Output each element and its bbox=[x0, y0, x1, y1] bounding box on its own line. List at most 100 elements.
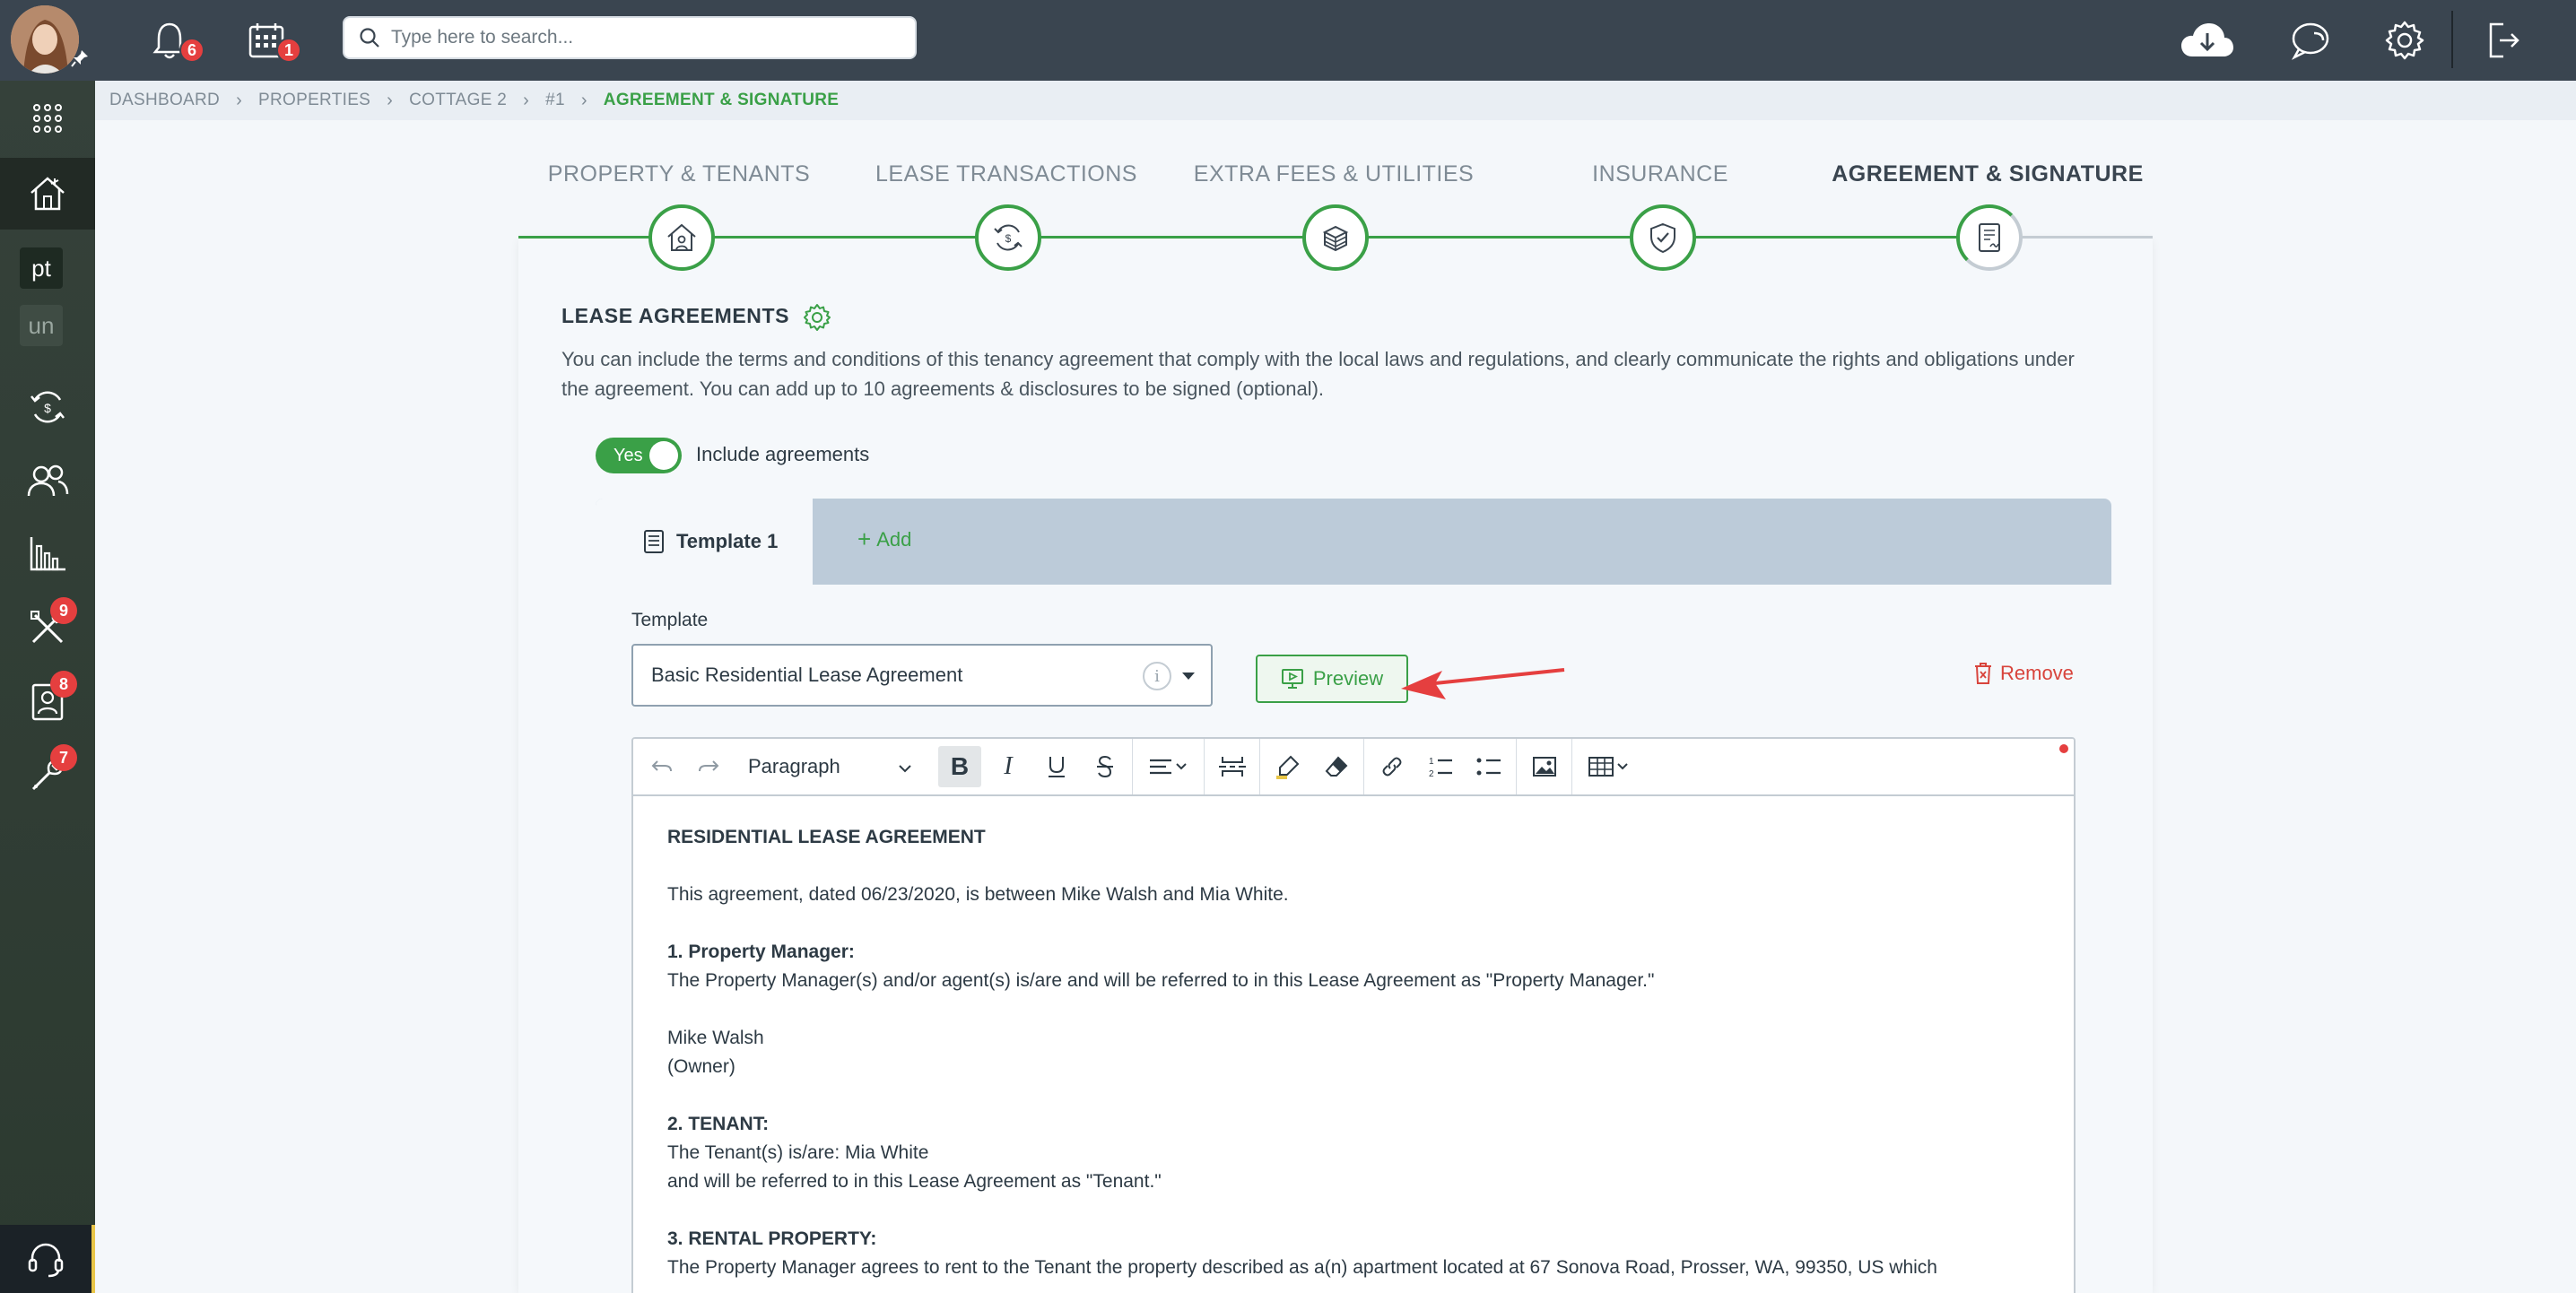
doc-section-2-text-1: The Tenant(s) is/are: Mia White bbox=[667, 1142, 929, 1163]
remove-button[interactable]: Remove bbox=[1973, 662, 2074, 685]
step-insurance[interactable] bbox=[1630, 204, 1696, 271]
sidebar-item-maintenance[interactable]: 7 bbox=[0, 741, 95, 809]
monitor-play-icon bbox=[1281, 669, 1303, 689]
sidebar-item-transactions[interactable]: $ bbox=[0, 373, 95, 441]
page-break-button[interactable] bbox=[1213, 746, 1252, 787]
add-template-button[interactable]: + Add bbox=[857, 525, 911, 553]
bullet-list-icon bbox=[1476, 758, 1501, 776]
logout-icon bbox=[2489, 22, 2519, 58]
breadcrumb: DASHBOARD › PROPERTIES › COTTAGE 2 › #1 … bbox=[95, 81, 2576, 120]
calendar-button[interactable]: 1 bbox=[240, 14, 301, 66]
step-extra-fees[interactable] bbox=[1302, 204, 1369, 271]
redo-button[interactable] bbox=[691, 746, 727, 787]
step-label-insurance[interactable]: INSURANCE bbox=[1592, 161, 1728, 187]
strikethrough-button[interactable] bbox=[1085, 746, 1125, 787]
insert-table-button[interactable] bbox=[1580, 746, 1640, 787]
trash-icon bbox=[1975, 663, 1991, 684]
section-title-text: LEASE AGREEMENTS bbox=[561, 304, 790, 328]
bold-icon: B bbox=[950, 752, 970, 780]
template-select[interactable]: Basic Residential Lease Agreement i bbox=[631, 644, 1213, 707]
sidebar-item-un[interactable]: un bbox=[20, 305, 63, 346]
info-icon[interactable]: i bbox=[1143, 662, 1171, 690]
step-label-lease-transactions[interactable]: LEASE TRANSACTIONS bbox=[875, 161, 1137, 187]
undo-button[interactable] bbox=[644, 746, 680, 787]
image-icon bbox=[1533, 757, 1556, 777]
sidebar-item-contacts[interactable]: 8 bbox=[0, 667, 95, 735]
italic-button[interactable]: I bbox=[988, 746, 1028, 787]
strikethrough-icon bbox=[1097, 755, 1113, 778]
section-title: LEASE AGREEMENTS bbox=[561, 303, 831, 332]
include-agreements-label: Include agreements bbox=[696, 443, 870, 465]
sidebar-item-people[interactable] bbox=[0, 447, 95, 515]
house-icon bbox=[30, 177, 65, 211]
bullet-list-button[interactable] bbox=[1469, 746, 1509, 787]
numbered-list-button[interactable]: 12 bbox=[1421, 746, 1460, 787]
step-lease-transactions[interactable]: $ bbox=[975, 204, 1041, 271]
notifications-badge: 6 bbox=[179, 38, 205, 63]
doc-title: RESIDENTIAL LEASE AGREEMENT bbox=[667, 827, 986, 847]
gear-icon bbox=[2385, 21, 2424, 60]
toolbar-separator bbox=[1204, 739, 1205, 794]
toolbar-separator bbox=[1571, 739, 1572, 794]
page-break-icon bbox=[1219, 757, 1246, 777]
step-agreement[interactable] bbox=[1956, 204, 2023, 271]
maintenance-badge: 7 bbox=[50, 744, 77, 771]
sidebar-item-reports[interactable] bbox=[0, 520, 95, 588]
tab-template-1[interactable]: Template 1 bbox=[596, 499, 813, 585]
doc-manager-role: (Owner) bbox=[667, 1056, 735, 1077]
rich-text-editor[interactable]: Paragraph B I 1 2 RESIDENTIAL LEASE AGRE… bbox=[631, 737, 2076, 1293]
headset-icon bbox=[28, 1243, 64, 1278]
highlighter-icon bbox=[1276, 755, 1300, 779]
top-bar: 6 1 bbox=[0, 0, 2576, 81]
include-agreements-toggle[interactable]: Yes bbox=[596, 438, 682, 473]
step-property-tenants[interactable] bbox=[648, 204, 715, 271]
pointer-arrow bbox=[1399, 664, 1566, 705]
paragraph-style-select[interactable]: Paragraph bbox=[748, 755, 912, 778]
sidebar-item-pt[interactable]: pt bbox=[20, 247, 63, 289]
toolbar-separator bbox=[1516, 739, 1517, 794]
breadcrumb-properties[interactable]: PROPERTIES bbox=[258, 91, 370, 110]
svg-text:2: 2 bbox=[1429, 769, 1434, 778]
chevron-right-icon: › bbox=[523, 90, 530, 110]
insert-image-button[interactable] bbox=[1525, 746, 1564, 787]
doc-intro: This agreement, dated 06/23/2020, is bet… bbox=[667, 884, 1289, 905]
sidebar-item-properties[interactable] bbox=[0, 158, 95, 230]
highlight-button[interactable] bbox=[1268, 746, 1308, 787]
status-dot bbox=[2059, 744, 2068, 753]
settings-button[interactable] bbox=[2377, 13, 2432, 68]
link-button[interactable] bbox=[1372, 746, 1412, 787]
search-input[interactable] bbox=[391, 27, 893, 48]
undo-icon bbox=[651, 760, 672, 772]
user-avatar[interactable] bbox=[11, 5, 79, 74]
eraser-button[interactable] bbox=[1317, 746, 1356, 787]
search-box[interactable] bbox=[343, 16, 917, 59]
step-label-agreement[interactable]: AGREEMENT & SIGNATURE bbox=[1832, 161, 2144, 187]
notifications-button[interactable]: 6 bbox=[144, 14, 205, 66]
cloud-download-icon bbox=[2181, 23, 2233, 56]
underline-button[interactable] bbox=[1037, 746, 1076, 787]
sidebar-item-apps[interactable] bbox=[0, 84, 95, 152]
chevron-right-icon: › bbox=[387, 90, 394, 110]
step-label-extra-fees[interactable]: EXTRA FEES & UTILITIES bbox=[1194, 161, 1474, 187]
money-cycle-icon: $ bbox=[994, 224, 1023, 251]
breadcrumb-property[interactable]: COTTAGE 2 bbox=[409, 91, 507, 110]
download-button[interactable] bbox=[2180, 13, 2235, 68]
doc-section-3-text: The Property Manager agrees to rent to t… bbox=[667, 1257, 1937, 1278]
chat-icon bbox=[2291, 22, 2329, 60]
support-button[interactable] bbox=[0, 1225, 95, 1293]
gear-icon[interactable] bbox=[803, 303, 831, 332]
pin-icon[interactable] bbox=[70, 48, 90, 68]
breadcrumb-dashboard[interactable]: DASHBOARD bbox=[109, 91, 220, 110]
sidebar-item-tools[interactable]: 9 bbox=[0, 594, 95, 662]
bold-button[interactable]: B bbox=[938, 746, 981, 787]
step-label-property-tenants[interactable]: PROPERTY & TENANTS bbox=[548, 161, 810, 187]
chat-button[interactable] bbox=[2284, 13, 2339, 68]
caret-down-icon bbox=[1182, 673, 1195, 680]
breadcrumb-unit[interactable]: #1 bbox=[545, 91, 565, 110]
paragraph-style-value: Paragraph bbox=[748, 755, 840, 777]
document-content[interactable]: RESIDENTIAL LEASE AGREEMENT This agreeme… bbox=[667, 823, 2049, 1282]
preview-button[interactable]: Preview bbox=[1256, 655, 1408, 703]
document-icon bbox=[644, 530, 664, 553]
logout-button[interactable] bbox=[2476, 13, 2531, 68]
align-button[interactable] bbox=[1141, 746, 1197, 787]
